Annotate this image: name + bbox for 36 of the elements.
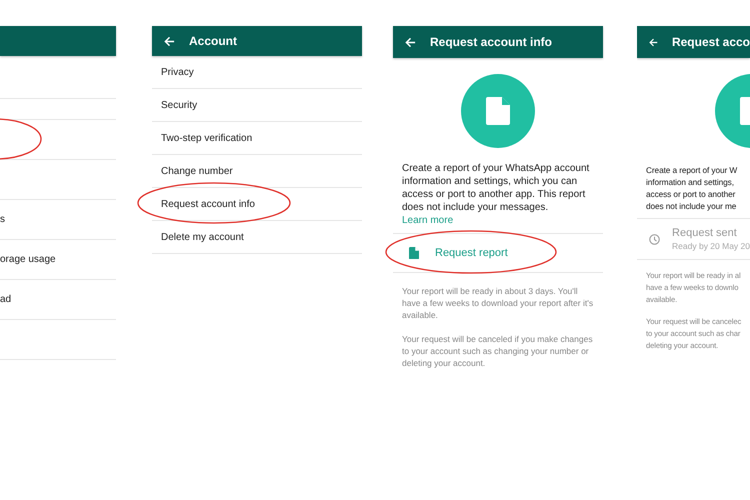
screen-title: Request account info	[430, 35, 552, 49]
menu-item[interactable]: Delete my account	[161, 232, 244, 242]
info-text: Your report will be ready in about 3 days. You'll have a few weeks to download your report after it's available.	[401, 285, 594, 321]
status-subtitle: Ready by 20 May 20	[672, 241, 750, 251]
document-icon	[461, 74, 535, 148]
list-row[interactable]: Change number	[152, 155, 362, 188]
menu-item[interactable]: Request account info	[161, 198, 255, 210]
status-title: Request sent	[672, 227, 738, 239]
back-arrow-icon[interactable]	[649, 36, 658, 48]
screen-title: Account	[189, 34, 237, 48]
document-icon	[409, 246, 419, 260]
description-text: Create a report of your W	[646, 164, 738, 176]
list-row[interactable]: Security	[152, 89, 362, 122]
menu-item[interactable]: s	[0, 214, 5, 225]
description-text: Create a report of your WhatsApp account information and settings, which you can access or port to another app. This report does not include your messages. Learn more	[401, 162, 590, 228]
list-row[interactable]: ad	[0, 280, 116, 320]
list-row[interactable]: orage usage	[0, 240, 116, 280]
back-arrow-icon[interactable]	[164, 36, 175, 46]
description-text: information and settings,	[646, 176, 735, 188]
list-row[interactable]: s	[0, 200, 116, 240]
list-row[interactable]: Request account info	[152, 188, 362, 221]
menu-item[interactable]: Change number	[161, 166, 233, 176]
description-text: access or port to another	[646, 188, 736, 200]
menu-item[interactable]: orage usage	[0, 254, 56, 265]
list-row[interactable]: Delete my account	[152, 221, 362, 254]
menu-item[interactable]: Two-step verification	[161, 132, 252, 144]
list-row[interactable]: Two-step verification	[152, 122, 362, 155]
info-text: Your request will be canceled if you make changes to your account such as changing your number or deleting your account.	[401, 333, 594, 369]
menu-item[interactable]: Privacy	[161, 66, 194, 78]
list-row[interactable]: Privacy	[152, 56, 362, 89]
back-arrow-icon[interactable]	[405, 36, 416, 48]
screen-title: Request acco	[672, 35, 750, 49]
clock-icon	[649, 232, 660, 246]
menu-item[interactable]: Security	[161, 100, 198, 110]
menu-item[interactable]: ad	[0, 294, 12, 305]
description-text: does not include your me	[646, 200, 738, 212]
